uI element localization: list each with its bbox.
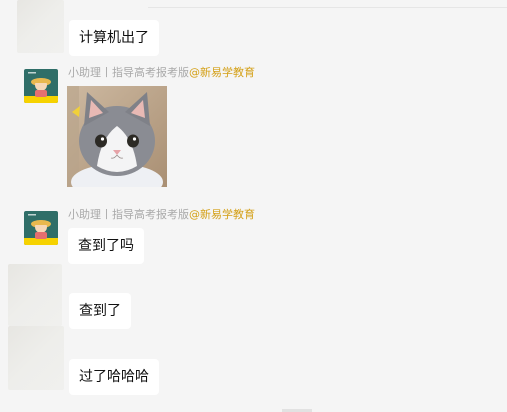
- cartoon-girl-avatar-icon: [24, 69, 58, 103]
- avatar-blurred[interactable]: [8, 326, 64, 390]
- sender-label: 小助理丨指导高考报考版@新易学教育: [68, 66, 255, 80]
- sender-label: 小助理丨指导高考报考版@新易学教育: [68, 208, 255, 222]
- avatar-blurred[interactable]: [8, 264, 62, 326]
- avatar[interactable]: [24, 69, 58, 103]
- sender-name: 小助理丨指导高考报考版: [68, 208, 189, 221]
- sender-org: @新易学教育: [189, 208, 255, 221]
- chat-window: 计算机出了 小助理丨指导高考报考版@新易学教育 小助理丨指导高考报考版@新易学教…: [0, 0, 507, 412]
- sender-name: 小助理丨指导高考报考版: [68, 66, 189, 79]
- cartoon-girl-avatar-icon: [24, 211, 58, 245]
- grey-cat-photo-icon: [67, 86, 167, 187]
- divider: [148, 7, 507, 8]
- message-bubble[interactable]: 查到了吗: [68, 228, 144, 264]
- avatar-blurred[interactable]: [17, 0, 64, 53]
- avatar[interactable]: [24, 211, 58, 245]
- cat-image[interactable]: [67, 86, 167, 187]
- sender-org: @新易学教育: [189, 66, 255, 79]
- message-bubble[interactable]: 查到了: [69, 293, 131, 329]
- message-bubble[interactable]: 计算机出了: [69, 20, 159, 56]
- message-bubble[interactable]: 过了哈哈哈: [69, 359, 159, 395]
